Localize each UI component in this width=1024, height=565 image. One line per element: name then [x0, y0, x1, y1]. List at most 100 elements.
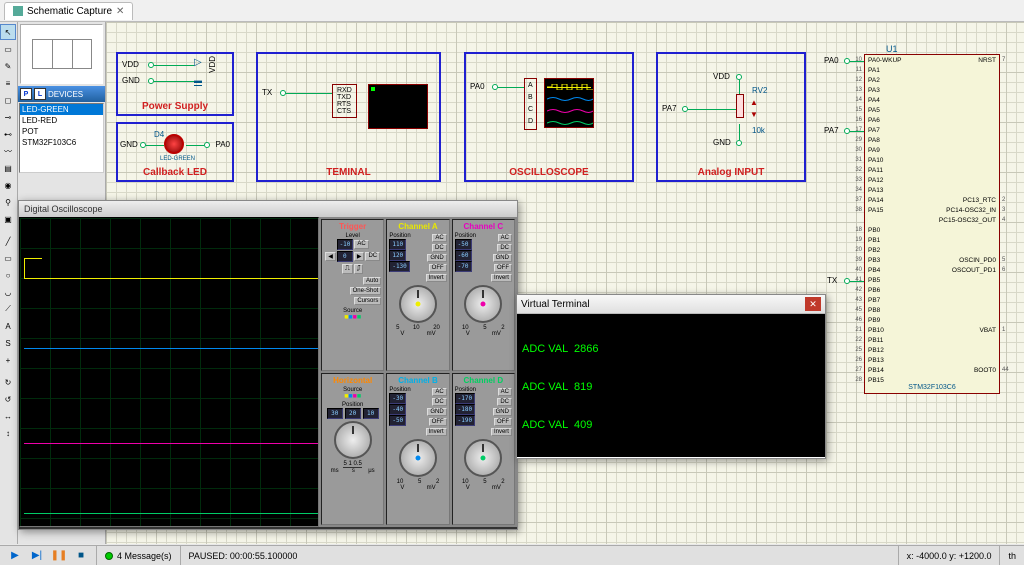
tool-rotate-cw[interactable]: ↻ — [0, 374, 16, 390]
device-list[interactable]: LED-GREEN LED-RED POT STM32F103C6 — [19, 103, 104, 173]
close-icon[interactable]: ✕ — [116, 6, 124, 17]
device-item[interactable]: STM32F103C6 — [20, 137, 103, 148]
osc-horizontal-panel: Horizontal Source ■■■■ Position 30 20 10… — [321, 373, 384, 525]
microcontroller[interactable]: 10PA0-WKUP11PA112PA213PA314PA415PA516PA6… — [864, 54, 1000, 394]
messages-count: 4 Message(s) — [117, 551, 172, 561]
vt-titlebar[interactable]: Virtual Terminal ✕ — [517, 295, 825, 314]
tool-wire-label[interactable]: ✎ — [0, 58, 16, 74]
pick-device-button[interactable]: P — [20, 88, 32, 100]
ch-d: D — [528, 116, 533, 128]
device-item[interactable]: LED-RED — [20, 115, 103, 126]
tool-rotate-ccw[interactable]: ↺ — [0, 391, 16, 407]
tool-symbol[interactable]: S — [0, 335, 16, 351]
vdd-arrow-label: VDD — [208, 56, 217, 73]
gnd-label: GND — [120, 140, 138, 149]
close-icon[interactable]: ✕ — [805, 297, 821, 311]
status-bar: ▶ ▶| ❚❚ ■ 4 Message(s) PAUSED: 00:00:55.… — [0, 545, 1024, 565]
ch-a: A — [528, 80, 533, 92]
device-item[interactable]: LED-GREEN — [20, 104, 103, 115]
ch-c: C — [528, 104, 533, 116]
tool-subcircuit[interactable]: ◻ — [0, 92, 16, 108]
tool-instrument[interactable]: ▣ — [0, 211, 16, 227]
device-item[interactable]: POT — [20, 126, 103, 137]
net-pa7: PA7 — [824, 126, 839, 135]
devices-label: DEVICES — [48, 90, 83, 99]
gnd-label: GND — [713, 138, 731, 147]
tool-probe[interactable]: ⚲ — [0, 194, 16, 210]
pot-ref: RV2 — [752, 86, 767, 95]
tool-rect[interactable]: ▭ — [0, 250, 16, 266]
vdd-label: VDD — [713, 72, 730, 81]
dc-button[interactable]: DC — [365, 252, 380, 261]
panel-title: Trigger — [324, 222, 381, 231]
tool-circle[interactable]: ○ — [0, 267, 16, 283]
osc-titlebar[interactable]: Digital Oscilloscope — [19, 201, 517, 217]
stop-button[interactable]: ■ — [72, 549, 90, 563]
power-supply-block[interactable]: VDD GND ▷ VDD ▬ Power Supply — [116, 52, 234, 116]
tool-terminal[interactable]: ⊸ — [0, 109, 16, 125]
tool-text[interactable]: A — [0, 318, 16, 334]
pause-button[interactable]: ❚❚ — [50, 549, 68, 563]
sim-state-text: PAUSED: 00:00:55.100000 — [189, 551, 298, 561]
osc-trigger-panel: Trigger Level -10 AC ◀ 0 ▶ DC ⎍ ⎎ Auto O… — [321, 219, 384, 371]
tool-selection[interactable]: ↖ — [0, 24, 16, 40]
play-button[interactable]: ▶ — [6, 549, 24, 563]
gain-knob[interactable] — [464, 439, 502, 477]
vt-content: ADC VAL 2866 ADC VAL 819 ADC VAL 409 ADC… — [517, 314, 825, 457]
block-label: TEMINAL — [326, 167, 370, 178]
tab-schematic[interactable]: Schematic Capture ✕ — [4, 2, 133, 20]
analog-input-block[interactable]: VDD GND PA7 RV2 10k ▲ ▼ Analog INPUT — [656, 52, 806, 182]
pot-up-icon[interactable]: ▲ — [750, 98, 758, 107]
tool-tape[interactable]: ▤ — [0, 160, 16, 176]
ch-b: B — [528, 92, 533, 104]
vt-line: ADC VAL 819 — [522, 381, 820, 393]
pa0-label: PA0 — [470, 82, 485, 91]
block-label: Power Supply — [142, 101, 208, 112]
coords-text: x: -4000.0 y: +1200.0 — [907, 551, 992, 561]
messages-section[interactable]: 4 Message(s) — [96, 546, 180, 565]
devices-header: P L DEVICES — [18, 86, 105, 102]
virtual-terminal-window[interactable]: Virtual Terminal ✕ ADC VAL 2866 ADC VAL … — [516, 294, 826, 459]
terminal-block[interactable]: TX RXD TXD RTS CTS TEMINAL — [256, 52, 441, 182]
tool-bus[interactable]: ≡ — [0, 75, 16, 91]
oneshot-button[interactable]: One-Shot — [350, 287, 382, 295]
tool-path[interactable]: ⟋ — [0, 301, 16, 317]
tool-pin[interactable]: ⊷ — [0, 126, 16, 142]
ac-button[interactable]: AC — [354, 240, 368, 249]
panel-title: Horizontal — [324, 376, 381, 385]
osc-channel-d-panel: Channel D Position -170 -180 -190 AC DC … — [452, 373, 515, 525]
panel-title: Channel A — [389, 222, 446, 231]
osc-channel-c-panel: Channel C Position -50 -60 -70 AC DC GND… — [452, 219, 515, 371]
oscilloscope-block[interactable]: PA0 A B C D OSCILLOSCOPE — [464, 52, 634, 182]
tool-generator[interactable]: ◉ — [0, 177, 16, 193]
tool-graph[interactable]: 〰 — [0, 143, 16, 159]
timebase-knob[interactable] — [334, 421, 372, 459]
auto-button[interactable]: Auto — [363, 277, 381, 285]
tool-component[interactable]: ▭ — [0, 41, 16, 57]
panel-title: Channel C — [455, 222, 512, 231]
step-button[interactable]: ▶| — [28, 549, 46, 563]
oscilloscope-window[interactable]: Digital Oscilloscope Trigger Level -10 A… — [18, 200, 518, 530]
callback-led-block[interactable]: GND PA0 D4 LED-GREEN Callback LED — [116, 122, 234, 182]
pot-down-icon[interactable]: ▼ — [750, 110, 758, 119]
potentiometer-icon[interactable] — [736, 94, 744, 118]
panel-title: Channel B — [389, 376, 446, 385]
pa0-label: PA0 — [215, 140, 230, 149]
pot-value: 10k — [752, 126, 765, 135]
gain-knob[interactable] — [399, 439, 437, 477]
cursors-button[interactable]: Cursors — [354, 297, 381, 305]
tool-marker[interactable]: + — [0, 352, 16, 368]
tab-label: Schematic Capture — [27, 6, 112, 17]
vt-line: ADC VAL 409 — [522, 419, 820, 431]
sim-state: PAUSED: 00:00:55.100000 — [180, 546, 306, 565]
osc-channel-a-panel: Channel A Position 110 120 -130 AC DC GN… — [386, 219, 449, 371]
tool-mirror-h[interactable]: ↔ — [0, 408, 16, 424]
tool-line[interactable]: ╱ — [0, 233, 16, 249]
library-button[interactable]: L — [34, 88, 46, 100]
gain-knob[interactable] — [399, 285, 437, 323]
chip-ref: U1 — [886, 44, 898, 54]
tool-mirror-v[interactable]: ↕ — [0, 425, 16, 441]
tool-arc[interactable]: ◡ — [0, 284, 16, 300]
gain-knob[interactable] — [464, 285, 502, 323]
led-ref: D4 — [154, 130, 164, 139]
